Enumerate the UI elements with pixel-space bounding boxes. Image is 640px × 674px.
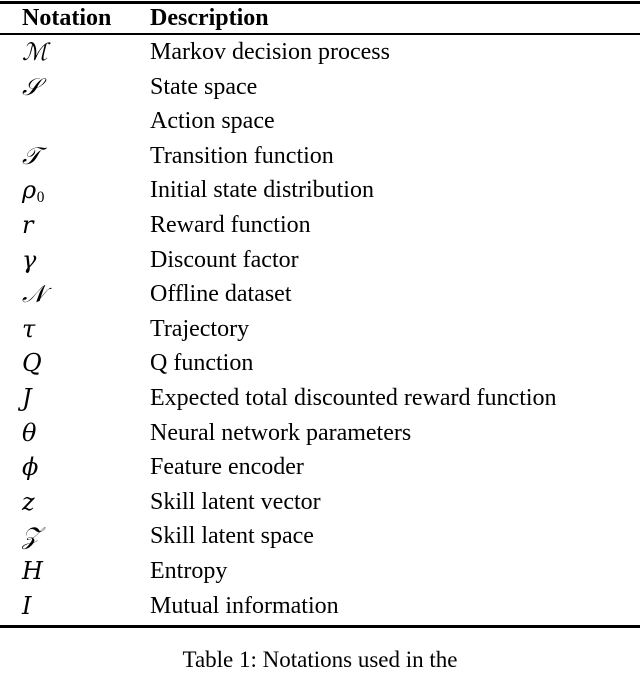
notation-symbol: H (22, 554, 43, 589)
table-row: θ Neural network parameters (0, 416, 640, 451)
table-row: Q Q function (0, 346, 640, 381)
notation-description: Trajectory (150, 312, 249, 347)
table-row: I Mutual information (0, 589, 640, 624)
table-row: ϕ Feature encoder (0, 450, 640, 485)
notation-symbol-glyph: r (22, 211, 34, 239)
table-caption: Table 1: Notations used in the (0, 646, 640, 674)
notation-symbol-subscript: 0 (37, 189, 45, 206)
notation-symbol-glyph: 𝒩 (22, 280, 46, 308)
notation-symbol: ℳ (22, 35, 48, 70)
notation-description: Skill latent vector (150, 485, 321, 520)
table-row: r Reward function (0, 208, 640, 243)
notation-symbol: ϕ (22, 450, 39, 485)
notation-description: Markov decision process (150, 35, 390, 70)
column-header-description: Description (150, 4, 269, 33)
notation-description: State space (150, 70, 257, 105)
notation-symbol: Q (22, 346, 42, 381)
table-row: ρ0 Initial state distribution (0, 173, 640, 208)
notation-symbol: J (22, 381, 32, 416)
notation-symbol-glyph: τ (22, 315, 36, 343)
table-row: z Skill latent vector (0, 485, 640, 520)
table-bottom-rule (0, 625, 640, 628)
table-row: 𝒩 Offline dataset (0, 277, 640, 312)
notation-symbol: 𝒠 (22, 104, 23, 139)
table-row: J Expected total discounted reward functi… (0, 381, 640, 416)
column-header-notation: Notation (22, 4, 111, 33)
notation-symbol-glyph: z (22, 488, 35, 516)
notation-symbol-glyph: ℳ (22, 38, 48, 66)
notation-table-page: Notation Description ℳ Markov decision pr… (0, 0, 640, 664)
notation-symbol: I (22, 589, 32, 624)
notation-description: Entropy (150, 554, 227, 589)
notation-description: Feature encoder (150, 450, 304, 485)
notation-description: Q function (150, 346, 253, 381)
notation-symbol: τ (22, 312, 36, 347)
notation-symbol-glyph: ϕ (22, 453, 39, 481)
notation-symbol: ρ0 (22, 173, 44, 208)
table-row: H Entropy (0, 554, 640, 589)
notation-symbol-glyph: 𝒵 (22, 522, 41, 550)
notation-symbol: γ (22, 243, 37, 278)
notation-description: Reward function (150, 208, 311, 243)
notation-symbol-glyph: H (22, 557, 43, 585)
notation-description: Transition function (150, 139, 334, 174)
table-row: 𝒠 Action space (0, 104, 640, 139)
table-row: τ Trajectory (0, 312, 640, 347)
notation-symbol: 𝒵 (22, 519, 41, 554)
notation-symbol-glyph: Q (22, 349, 42, 377)
table-row: 𝒮 State space (0, 70, 640, 105)
notation-description: Neural network parameters (150, 416, 411, 451)
notation-description: Mutual information (150, 589, 339, 624)
table-body: ℳ Markov decision process 𝒮 State space 𝒠 Act… (0, 35, 640, 623)
table-row: 𝒯 Transition function (0, 139, 640, 174)
notation-description: Action space (150, 104, 275, 139)
table-header-row: Notation Description (0, 4, 640, 33)
notation-symbol: 𝒮 (22, 70, 41, 105)
notation-description: Discount factor (150, 243, 299, 278)
table-row: γ Discount factor (0, 243, 640, 278)
table-row: 𝒵 Skill latent space (0, 519, 640, 554)
notation-symbol: 𝒯 (22, 139, 41, 174)
notation-description: Initial state distribution (150, 173, 374, 208)
notation-symbol-glyph: 𝒮 (22, 73, 41, 101)
notation-symbol-glyph: J (22, 384, 32, 412)
notation-description: Offline dataset (150, 277, 292, 312)
notation-symbol-glyph: 𝒯 (22, 142, 41, 170)
notation-symbol-glyph: 𝒠 (22, 107, 23, 135)
notation-symbol-glyph: I (22, 592, 32, 620)
notation-description: Expected total discounted reward functio… (150, 381, 557, 416)
notation-description: Skill latent space (150, 519, 314, 554)
notation-symbol-glyph: ρ (22, 176, 37, 204)
notation-symbol-glyph: γ (22, 246, 37, 274)
notation-symbol: r (22, 208, 34, 243)
notation-symbol: z (22, 485, 35, 520)
notation-symbol-glyph: θ (22, 419, 37, 447)
table-row: ℳ Markov decision process (0, 35, 640, 70)
notation-symbol: θ (22, 416, 37, 451)
notation-symbol: 𝒩 (22, 277, 46, 312)
